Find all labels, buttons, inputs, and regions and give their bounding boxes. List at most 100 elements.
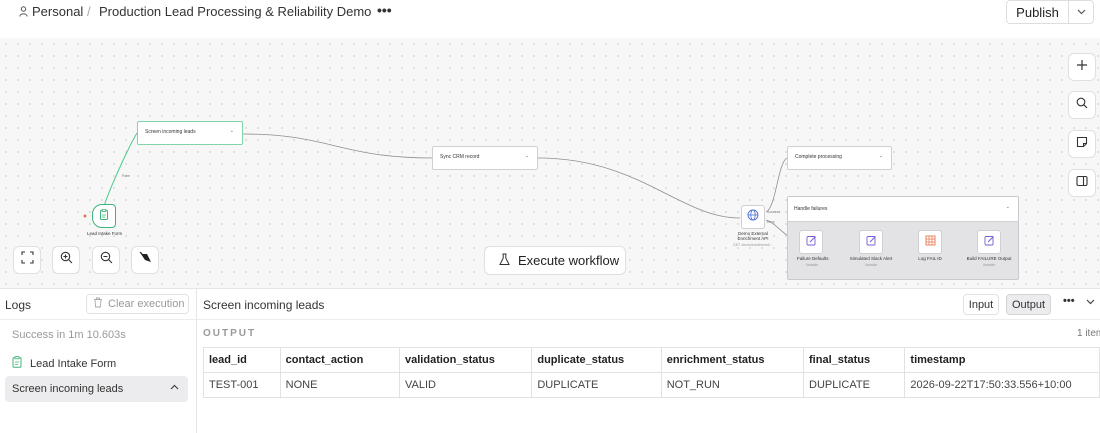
execute-workflow-label: Execute workflow [518, 253, 620, 268]
node-label-failure-defaults: Failure Defaults [797, 256, 829, 261]
tidy-up-button[interactable] [131, 246, 159, 274]
broom-icon [139, 251, 152, 269]
zoom-out-button[interactable] [92, 246, 120, 274]
group-title: Handle failures [794, 206, 828, 212]
zoom-in-button[interactable] [52, 246, 80, 274]
node-sub-failure-defaults: Variable [805, 263, 819, 267]
table-cell[interactable]: DUPLICATE [531, 372, 662, 398]
chevron-down-icon[interactable] [1086, 297, 1095, 308]
table-cell[interactable]: TEST-001 [203, 372, 281, 398]
divider [197, 319, 1100, 320]
node-sub-slack-alert: Variable [864, 263, 878, 267]
chevron-down-icon[interactable] [1069, 1, 1093, 23]
node-sub-build-output: Variable [982, 263, 996, 267]
workflow-canvas[interactable]: Form Success Error Lead Intake Form Scre… [0, 38, 1100, 288]
detail-title: Screen incoming leads [203, 298, 325, 312]
table-cell[interactable]: DUPLICATE [803, 372, 906, 398]
edit-icon [866, 233, 877, 251]
edit-icon [806, 233, 817, 251]
clear-execution-button[interactable]: Clear execution [86, 294, 189, 314]
node-title: Complete processing [795, 154, 842, 160]
node-complete-processing[interactable]: Complete processing ⌄ [787, 146, 892, 170]
execution-status: Success in 1m 10.603s [12, 329, 126, 341]
logs-title: Logs [5, 298, 32, 312]
column-header[interactable]: final_status [803, 347, 906, 373]
edge-label-error: Error [767, 220, 775, 224]
group-header: Handle failures ⌄ [788, 197, 1018, 222]
add-node-button[interactable] [1068, 53, 1096, 81]
search-button[interactable] [1068, 91, 1096, 119]
node-detail-panel: Screen incoming leads Input Output ••• O… [197, 289, 1100, 433]
log-item-lead-intake-form[interactable]: Lead Intake Form [12, 356, 116, 371]
table-row: TEST-001 NONE VALID DUPLICATE NOT_RUN DU… [203, 372, 1100, 398]
trash-icon [93, 297, 103, 311]
edge-label-form: Form [122, 174, 131, 178]
column-header[interactable]: duplicate_status [531, 347, 662, 373]
node-simulated-slack-alert[interactable] [859, 230, 883, 254]
table-cell[interactable]: NONE [279, 372, 401, 398]
fit-view-button[interactable] [13, 246, 41, 274]
edit-icon [984, 233, 995, 251]
clear-execution-label: Clear execution [108, 298, 185, 310]
column-header[interactable]: timestamp [904, 347, 1100, 373]
table-cell[interactable]: NOT_RUN [660, 372, 805, 398]
table-cell[interactable]: VALID [399, 372, 533, 398]
tab-output[interactable]: Output [1006, 294, 1051, 315]
workflow-title[interactable]: Production Lead Processing & Reliability… [99, 4, 371, 19]
chevron-down-icon[interactable]: ⌄ [230, 128, 234, 134]
sticky-note-button[interactable] [1068, 130, 1096, 158]
toggle-panel-button[interactable] [1068, 169, 1096, 197]
node-label-enrichment-api: Demo External Enrichment API [737, 231, 769, 241]
output-section-label: OUTPUT [203, 328, 257, 339]
node-label-lead-intake-form: Lead Intake Form [87, 231, 123, 236]
chevron-down-icon[interactable]: ⌄ [879, 153, 883, 159]
node-title: Sync CRM record [440, 154, 480, 160]
more-options-button[interactable]: ••• [1063, 295, 1075, 307]
chevron-up-icon[interactable] [170, 382, 179, 393]
clipboard-icon [12, 356, 22, 371]
publish-button-group: Publish [1006, 0, 1094, 24]
column-header[interactable]: enrichment_status [660, 347, 805, 373]
breadcrumb-workspace[interactable]: Personal [32, 4, 83, 19]
panel-icon [1076, 174, 1088, 192]
node-enrichment-api[interactable] [741, 205, 765, 229]
table-header-row: lead_id contact_action validation_status… [203, 347, 1100, 373]
node-title: Screen incoming leads [145, 129, 196, 135]
log-item-label: Screen incoming leads [12, 383, 124, 395]
more-options-button[interactable]: ••• [377, 2, 392, 18]
node-label-build-output: Build FAILURE Output [966, 256, 1012, 261]
node-build-failure-output[interactable] [977, 230, 1001, 254]
table-icon [925, 233, 936, 251]
node-sub-enrichment-api: GET /demo/enrichment/... [732, 243, 773, 247]
person-icon [19, 6, 28, 20]
chevron-down-icon[interactable]: ⌄ [1006, 204, 1010, 210]
execute-workflow-button[interactable]: Execute workflow [484, 246, 626, 275]
zoom-in-icon [60, 251, 73, 269]
items-count: 1 item [1077, 328, 1100, 339]
logs-sidebar: Logs Clear execution Success in 1m 10.60… [0, 289, 197, 433]
column-header[interactable]: lead_id [203, 347, 281, 373]
edge-label-success: Success [767, 210, 781, 214]
chevron-down-icon[interactable]: ⌄ [525, 153, 529, 159]
globe-icon [747, 208, 759, 226]
plus-icon [1076, 58, 1088, 76]
node-lead-intake-form[interactable] [92, 204, 116, 228]
execution-panel: Logs Clear execution Success in 1m 10.60… [0, 288, 1100, 433]
node-label-slack-alert: Simulated Slack Alert [849, 256, 893, 261]
node-failure-defaults[interactable] [799, 230, 823, 254]
tab-input[interactable]: Input [963, 294, 999, 315]
divider [0, 319, 197, 320]
publish-button[interactable]: Publish [1007, 1, 1069, 23]
node-sync-crm-record[interactable]: Sync CRM record ⌄ [432, 146, 538, 170]
table-cell[interactable]: 2026-09-22T17:50:33.556+10:00 [904, 372, 1100, 398]
log-item-label: Lead Intake Form [30, 357, 117, 370]
column-header[interactable]: validation_status [399, 347, 533, 373]
node-log-fail-id[interactable] [918, 230, 942, 254]
node-label-log-fail-id: Log FAIL ID [918, 256, 942, 261]
log-item-screen-incoming-leads[interactable]: Screen incoming leads [5, 376, 188, 402]
node-screen-incoming-leads[interactable]: Screen incoming leads ⌄ [137, 121, 243, 145]
column-header[interactable]: contact_action [279, 347, 401, 373]
zoom-out-icon [100, 251, 113, 269]
flask-icon [499, 253, 510, 269]
expand-icon [20, 251, 34, 269]
